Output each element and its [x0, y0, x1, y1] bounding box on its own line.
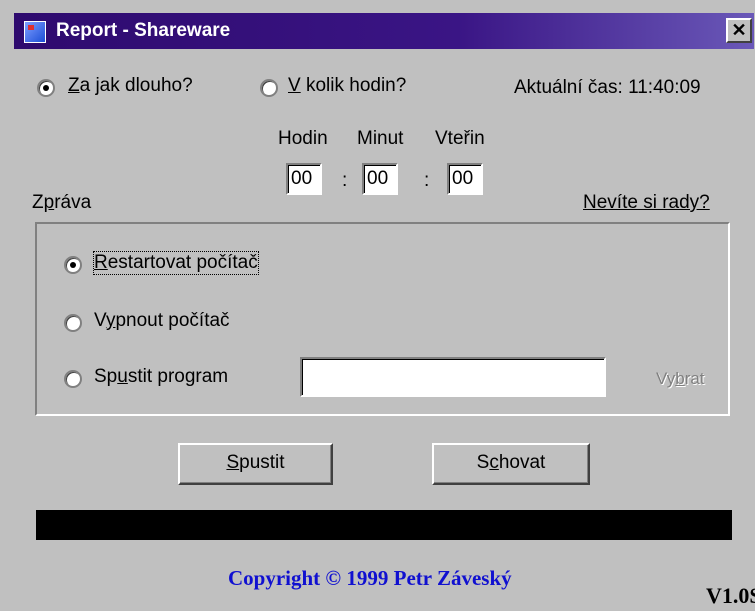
hours-label: Hodin [278, 128, 328, 149]
message-group-label: Zpráva [32, 192, 92, 213]
window-title: Report - Shareware [56, 20, 231, 41]
close-button[interactable]: ✕ [726, 18, 752, 43]
current-time-value: 11:40:09 [628, 77, 701, 98]
minutes-label: Minut [357, 128, 404, 149]
radio-label-za-jak-dlouho[interactable]: Za jak dlouho? [68, 75, 193, 97]
hide-button[interactable]: Schovat [432, 443, 590, 485]
radio-label-shutdown[interactable]: Vypnout počítač [94, 310, 230, 332]
current-time-label: Aktuální čas: 11:40:09 [514, 77, 701, 98]
copyright-text: Copyright © 1999 Petr Záveský [228, 566, 512, 590]
radio-shutdown[interactable] [64, 314, 82, 332]
hours-input[interactable]: 00 [286, 163, 322, 195]
seconds-input[interactable]: 00 [447, 163, 483, 195]
time-separator: : [342, 170, 348, 191]
radio-label-v-kolik-hodin[interactable]: V kolik hodin? [288, 75, 406, 97]
program-path-input[interactable] [300, 357, 606, 397]
minutes-input[interactable]: 00 [362, 163, 398, 195]
start-button[interactable]: Spustit [178, 443, 333, 485]
report-window: Report - Shareware ✕ Za jak dlouho? V ko… [0, 0, 755, 611]
help-link[interactable]: Nevíte si rady? [583, 192, 710, 214]
title-bar[interactable]: Report - Shareware ✕ [14, 13, 754, 49]
radio-label-run-program[interactable]: Spustit program [94, 366, 228, 388]
app-icon[interactable] [24, 21, 46, 43]
browse-button[interactable]: Vybrat [656, 369, 705, 389]
seconds-label: Vteřin [435, 128, 485, 149]
radio-run-program[interactable] [64, 370, 82, 388]
version-label: V1.0S [706, 583, 755, 608]
radio-restart[interactable] [64, 256, 82, 274]
radio-label-restart[interactable]: Restartovat počítač [93, 251, 259, 275]
progress-bar [36, 510, 732, 540]
time-separator: : [424, 170, 430, 191]
radio-v-kolik-hodin[interactable] [260, 79, 278, 97]
radio-za-jak-dlouho[interactable] [37, 79, 55, 97]
